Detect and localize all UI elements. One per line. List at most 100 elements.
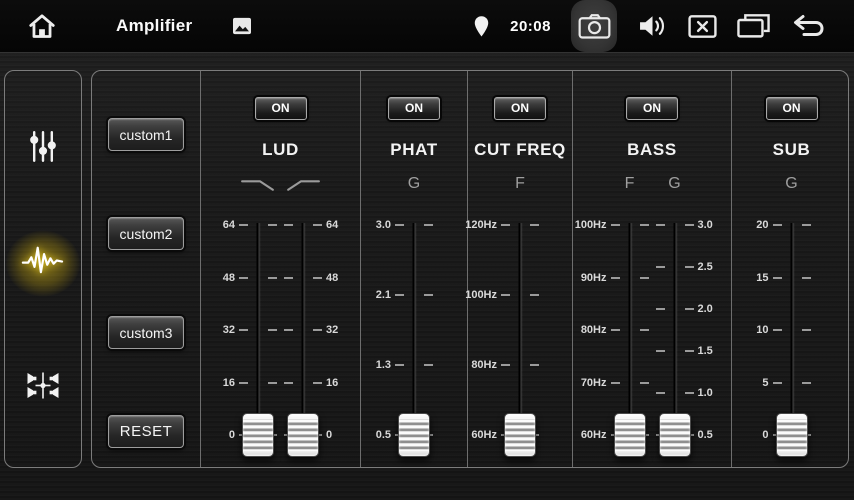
- tick-label: 3.0: [698, 219, 713, 231]
- tick-mark: [395, 294, 404, 296]
- channel-bass: ONBASSFG100Hz90Hz80Hz70Hz60Hz3.02.52.01.…: [573, 71, 732, 467]
- channel-sliders: 3.02.11.30.5: [382, 219, 446, 467]
- channel-header-row: F: [488, 174, 552, 195]
- camera-icon: [578, 13, 611, 40]
- slider[interactable]: 100Hz90Hz80Hz70Hz60Hz: [607, 219, 652, 467]
- tick-label: 48: [326, 272, 338, 284]
- tick-mark: [802, 224, 811, 226]
- top-status-bar: Amplifier 20:08: [0, 0, 854, 53]
- slider-thumb[interactable]: [776, 413, 808, 457]
- tick-mark: [802, 277, 811, 279]
- slider-thumb[interactable]: [398, 413, 430, 457]
- sidebar-nav: [4, 70, 82, 468]
- custom2-button[interactable]: custom2: [108, 217, 184, 250]
- tick-mark: [268, 224, 277, 226]
- tick-mark: [530, 224, 539, 226]
- slider-thumb[interactable]: [614, 413, 646, 457]
- tick-mark: [685, 308, 694, 310]
- tick-label: 5: [762, 377, 768, 389]
- sidebar-item-speaker-balance[interactable]: [26, 369, 60, 408]
- channel-cut-freq: ON CUT FREQ F 120Hz100Hz80Hz60Hz: [468, 71, 573, 467]
- slider[interactable]: 3.02.52.01.51.00.5: [652, 219, 697, 467]
- slider-thumb[interactable]: [287, 413, 319, 457]
- tick-mark: [656, 308, 665, 310]
- location-icon: [473, 15, 490, 38]
- tick-mark: [284, 224, 293, 226]
- tick-mark: [656, 224, 665, 226]
- recents-icon[interactable]: [737, 14, 770, 38]
- slider-thumb[interactable]: [659, 413, 691, 457]
- tick-mark: [313, 224, 322, 226]
- slider[interactable]: 644832160: [281, 219, 326, 467]
- tick-label: 100Hz: [575, 219, 607, 231]
- custom1-button[interactable]: custom1: [108, 118, 184, 151]
- tick-mark: [268, 382, 277, 384]
- tick-label: 60Hz: [581, 429, 607, 441]
- tick-mark: [530, 364, 539, 366]
- slider-thumb[interactable]: [504, 413, 536, 457]
- tick-mark: [656, 350, 665, 352]
- tick-mark: [424, 294, 433, 296]
- back-icon[interactable]: [790, 13, 828, 39]
- tick-mark: [501, 294, 510, 296]
- tick-mark: [239, 329, 248, 331]
- volume-icon[interactable]: [637, 13, 668, 39]
- tick-mark: [530, 294, 539, 296]
- tick-mark: [268, 277, 277, 279]
- channel-sliders: 20151050: [760, 219, 824, 467]
- channel-lud: ON LUD 644832160644832160: [201, 71, 361, 467]
- custom3-button[interactable]: custom3: [108, 316, 184, 349]
- close-icon[interactable]: [688, 15, 717, 38]
- tick-label: 0: [762, 429, 768, 441]
- tick-label: 120Hz: [465, 219, 497, 231]
- tick-mark: [773, 329, 782, 331]
- home-icon[interactable]: [26, 11, 58, 41]
- slider[interactable]: 120Hz100Hz80Hz60Hz: [488, 219, 552, 467]
- tick-mark: [424, 224, 433, 226]
- tick-mark: [611, 224, 620, 226]
- channel-header-row: [236, 174, 326, 195]
- sidebar-item-equalizer[interactable]: [28, 130, 59, 168]
- camera-button[interactable]: [571, 0, 617, 52]
- tick-label: 64: [326, 219, 338, 231]
- channel-header-row: G: [760, 174, 824, 195]
- channel-title: BASS: [627, 140, 677, 160]
- tick-label: 20: [756, 219, 768, 231]
- tick-label: 16: [326, 377, 338, 389]
- tick-mark: [313, 329, 322, 331]
- tick-mark: [802, 329, 811, 331]
- tick-mark: [424, 364, 433, 366]
- on-button-bass[interactable]: ON: [626, 97, 678, 120]
- slider[interactable]: 20151050: [760, 219, 824, 467]
- reset-button[interactable]: RESET: [108, 415, 184, 448]
- channel-sliders: 644832160644832160: [236, 219, 326, 467]
- slider-thumb[interactable]: [242, 413, 274, 457]
- channel-title: CUT FREQ: [474, 140, 566, 160]
- gallery-icon[interactable]: [232, 17, 252, 35]
- tick-label: 2.1: [376, 289, 391, 301]
- tick-mark: [313, 277, 322, 279]
- clock: 20:08: [510, 18, 551, 35]
- on-button-phat[interactable]: ON: [388, 97, 440, 120]
- tick-mark: [685, 224, 694, 226]
- tick-label: 80Hz: [471, 359, 497, 371]
- slider[interactable]: 644832160: [236, 219, 281, 467]
- waveform-icon: [21, 243, 65, 284]
- tick-label: 3.0: [376, 219, 391, 231]
- on-button-lud[interactable]: ON: [255, 97, 307, 120]
- tick-mark: [611, 382, 620, 384]
- sidebar-item-sound-effects[interactable]: [21, 243, 65, 284]
- amplifier-panel: custom1 custom2 custom3 RESET ONLUD64483…: [91, 70, 849, 468]
- tick-label: 2.0: [698, 303, 713, 315]
- tick-label: 0: [229, 429, 235, 441]
- channel-title: LUD: [262, 140, 299, 160]
- tick-mark: [640, 224, 649, 226]
- tick-mark: [640, 329, 649, 331]
- on-button-cut-freq[interactable]: ON: [494, 97, 546, 120]
- tick-mark: [640, 277, 649, 279]
- on-button-sub[interactable]: ON: [766, 97, 818, 120]
- tick-label: 1.3: [376, 359, 391, 371]
- tick-mark: [501, 224, 510, 226]
- slider[interactable]: 3.02.11.30.5: [382, 219, 446, 467]
- tick-mark: [773, 382, 782, 384]
